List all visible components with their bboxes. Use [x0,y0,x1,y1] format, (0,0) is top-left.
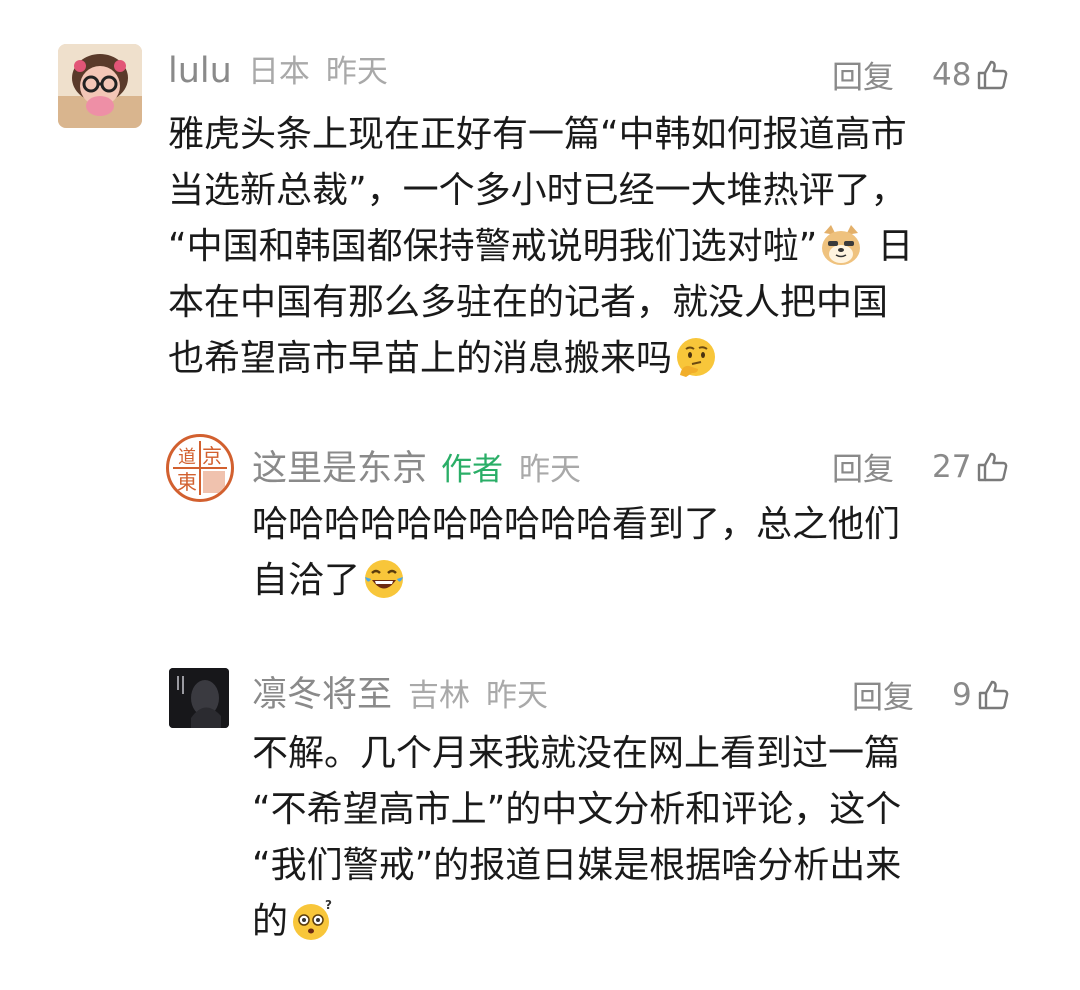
username[interactable]: 凛冬将至 [252,666,392,717]
timestamp: 昨天 [325,54,388,90]
seal-char: 道 [178,447,196,468]
doge-emoji-icon [822,225,861,265]
location: 日本 [247,54,310,90]
like-count: 27 [932,448,972,485]
seal-char: 京 [202,444,222,468]
comment-actions: 回复 9 [852,672,1010,717]
comment-line-text: “中国和韩国都保持警戒说明我们选对啦” [168,226,818,267]
avatar-photo [169,668,229,728]
seal-char: 東 [177,470,197,494]
username[interactable]: 这里是东京 [252,440,427,491]
timestamp: 昨天 [519,452,582,488]
comment-line-with-emoji: 的 ? [252,894,901,950]
comment-actions: 回复 48 [832,52,1009,97]
thumbs-up-icon[interactable] [976,678,1010,712]
comment-line-text: 自洽了 [252,560,361,601]
like-count: 9 [952,676,972,713]
comment-meta: lulu 日本 昨天 [168,46,388,91]
username[interactable]: lulu [168,51,232,91]
comment-line: 雅虎头条上现在正好有一篇“中韩如何报道高市 [168,114,907,155]
reply-button[interactable]: 回复 [832,52,894,97]
comment-body: 哈哈哈哈哈哈哈哈哈哈看到了，总之他们 自洽了 [252,497,900,609]
laughing-tears-emoji-icon [365,560,404,598]
comment-line-text: 的 [252,901,289,942]
location: 吉林 [408,678,471,714]
question-mark: ? [325,898,332,912]
avatar-illustration [58,44,142,128]
seal-logo: 京 東 道 [173,441,227,495]
comment-line: “我们警戒”的报道日媒是根据啥分析出来 [252,845,902,886]
comment-actions: 回复 27 [832,444,1009,489]
author-badge: 作者 [441,452,504,488]
confused-emoji-icon: ? [293,898,332,940]
comment-line-with-emoji: 自洽了 [252,553,900,609]
thumbs-up-icon[interactable] [975,450,1009,484]
avatar[interactable] [58,44,142,128]
comment-meta: 这里是东京 作者 昨天 [252,440,581,491]
comment-meta: 凛冬将至 吉林 昨天 [252,666,548,717]
comment-line: 不解。几个月来我就没在网上看到过一篇 [252,733,901,774]
timestamp: 昨天 [486,678,549,714]
comment-line-with-emoji: 也希望高市早苗上的消息搬来吗 [168,331,913,387]
thinking-emoji-icon [677,338,716,377]
comment-line: 当选新总裁”，一个多小时已经一大堆热评了， [168,170,907,211]
thumbs-up-icon[interactable] [975,58,1009,92]
reply-button[interactable]: 回复 [852,672,914,717]
comment-line-text: 也希望高市早苗上的消息搬来吗 [168,338,673,379]
avatar[interactable]: 京 東 道 [166,434,234,502]
comment-line-text: 日 [877,226,914,267]
comment-body: 不解。几个月来我就没在网上看到过一篇 “不希望高市上”的中文分析和评论，这个 “… [252,726,901,950]
like-count: 48 [932,56,972,93]
avatar[interactable] [169,668,229,728]
comment-line-with-emoji: “中国和韩国都保持警戒说明我们选对啦” 日 [168,219,913,275]
comment-body: 雅虎头条上现在正好有一篇“中韩如何报道高市 当选新总裁”，一个多小时已经一大堆热… [168,107,913,387]
comment-line: 哈哈哈哈哈哈哈哈哈哈看到了，总之他们 [252,504,901,545]
comment-line: “不希望高市上”的中文分析和评论，这个 [252,789,902,830]
comment-line: 本在中国有那么多驻在的记者，就没人把中国 [168,282,889,323]
reply-button[interactable]: 回复 [832,444,894,489]
